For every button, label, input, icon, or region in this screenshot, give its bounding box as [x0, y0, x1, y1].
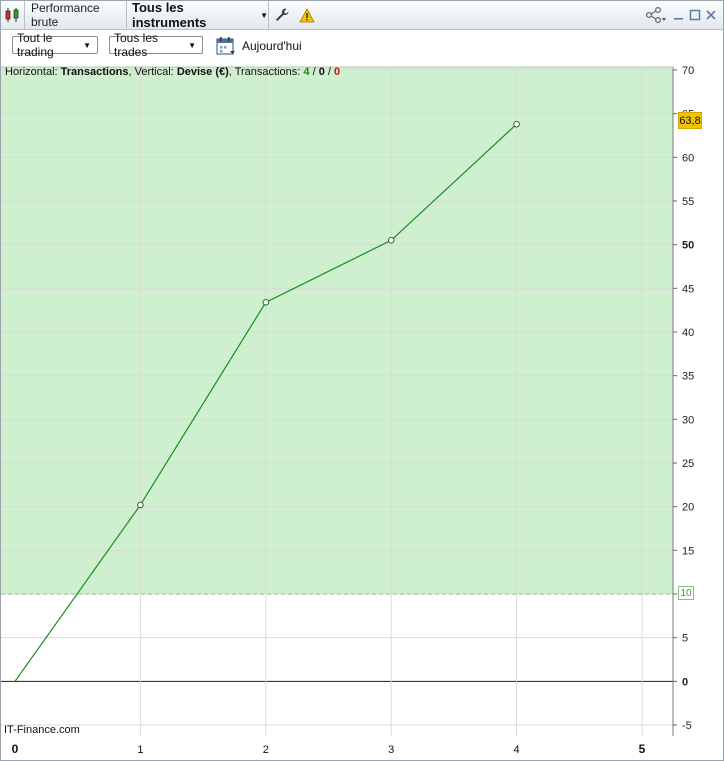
trades-dropdown-label: Tous les trades [114, 31, 159, 59]
y-tick-label: 25 [682, 458, 694, 470]
y-tick-label: 60 [682, 152, 694, 164]
date-selector[interactable]: Aujourd'hui [216, 35, 302, 57]
y-tick-label: 50 [682, 240, 694, 252]
y-tick-label: 0 [682, 676, 688, 688]
vertical-prefix: , Vertical: [128, 66, 174, 78]
y-tick-label: 55 [682, 196, 694, 208]
threshold-label: 10 [678, 586, 694, 600]
horizontal-prefix: Horizontal: [5, 66, 58, 78]
x-tick-label: 0 [12, 742, 19, 756]
share-icon[interactable] [645, 1, 667, 29]
y-tick-label: 30 [682, 414, 694, 426]
warning-icon[interactable] [295, 1, 319, 29]
chevron-down-icon: ▼ [188, 40, 196, 50]
trades-dropdown[interactable]: Tous les trades ▼ [109, 31, 203, 59]
performance-window: Performance brute Tous les instruments ▼ [0, 0, 724, 761]
wrench-icon[interactable] [269, 1, 295, 29]
last-value-badge: 63,8 [678, 112, 702, 129]
close-icon[interactable] [705, 1, 717, 29]
count-separator: / [312, 66, 316, 78]
losing-count: 0 [334, 66, 341, 78]
tab-performance-label: Performance brute [31, 1, 100, 29]
y-tick-label: 20 [682, 502, 694, 514]
y-tick-label: -5 [682, 720, 692, 732]
tab-performance-brute[interactable]: Performance brute [25, 1, 127, 29]
horizontal-axis-value: Transactions [60, 66, 129, 78]
vertical-axis-value: Devise (€) [176, 66, 229, 78]
y-tick-label: 35 [682, 371, 694, 383]
candlestick-icon[interactable] [1, 1, 25, 29]
data-point-marker [137, 501, 144, 509]
data-point-marker [387, 237, 395, 244]
maximize-icon[interactable] [689, 1, 701, 29]
chevron-down-icon: ▼ [260, 10, 268, 20]
x-tick-label: 1 [137, 744, 143, 756]
profit-zone [1, 67, 673, 594]
y-tick-label: 70 [682, 65, 694, 77]
y-tick-label: 5 [682, 633, 688, 645]
period-dropdown[interactable]: Tout le trading ▼ [12, 31, 98, 59]
count-separator: / [327, 66, 331, 78]
calendar-icon[interactable] [216, 36, 236, 56]
y-tick-label: 40 [682, 327, 694, 339]
chart-toolbar: Tout le trading ▼ Tous les trades ▼ Aujo… [1, 30, 723, 62]
date-label: Aujourd'hui [242, 39, 302, 53]
chevron-down-icon: ▼ [83, 40, 91, 50]
data-point-marker [262, 299, 270, 306]
watermark: IT-Finance.com [4, 724, 80, 736]
x-tick-label: 2 [263, 744, 269, 756]
neutral-count: 0 [318, 66, 325, 78]
winning-count: 4 [303, 66, 310, 78]
x-tick-label: 4 [514, 744, 520, 756]
instrument-selector[interactable]: Tous les instruments ▼ [127, 0, 269, 30]
minimize-icon[interactable] [673, 1, 685, 29]
x-tick-label: 3 [388, 744, 394, 756]
title-bar: Performance brute Tous les instruments ▼ [1, 0, 723, 30]
chart-info-line: Horizontal: Transactions, Vertical: Devi… [5, 66, 340, 78]
instrument-selector-label: Tous les instruments [132, 0, 207, 30]
y-tick-label: 45 [682, 283, 694, 295]
data-point-marker [513, 120, 520, 128]
y-tick-label: 15 [682, 545, 694, 557]
period-dropdown-label: Tout le trading [17, 31, 54, 59]
transactions-prefix: , Transactions: [228, 66, 301, 78]
equity-curve-chart[interactable]: 7065605550454035302520151050-5012345 [1, 63, 723, 759]
x-tick-label: 5 [639, 742, 646, 756]
